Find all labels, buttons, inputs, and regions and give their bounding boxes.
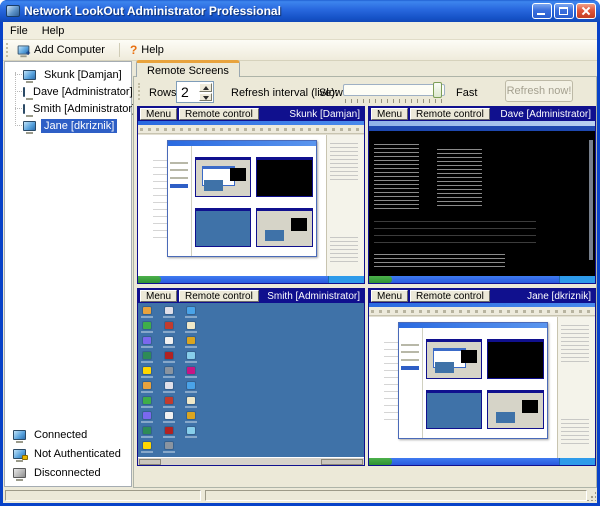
screen-header: Menu Remote control Jane [dkriznik]	[369, 289, 595, 303]
remote-screen-dave: Menu Remote control Dave [Administrator]	[368, 106, 596, 284]
tree-item-jane[interactable]: Jane [dkriznik]	[5, 117, 131, 134]
screen-computer-name: Skunk [Damjan]	[259, 109, 364, 120]
remote-desktop-image	[369, 121, 595, 283]
start-button-icon	[139, 459, 161, 465]
start-button-icon	[138, 276, 161, 283]
remote-desktop-image	[138, 121, 364, 283]
title-bar: Network LookOut Administrator Profession…	[0, 0, 600, 22]
menu-help[interactable]: Help	[35, 23, 72, 39]
status-legend: Connected Not Authenticated Disconnected	[5, 425, 131, 482]
tree-item-smith[interactable]: Smith [Administrator]	[5, 100, 131, 117]
add-computer-button[interactable]: + Add Computer	[13, 42, 113, 58]
rows-spinner[interactable]: 2	[176, 81, 214, 103]
screen-thumbnail-dave[interactable]	[369, 121, 595, 283]
add-computer-icon: +	[18, 46, 30, 55]
fast-label: Fast	[456, 87, 477, 99]
slider-thumb[interactable]	[433, 82, 442, 98]
menu-file[interactable]: File	[3, 23, 35, 39]
maximize-icon	[559, 7, 568, 15]
disconnected-monitor-icon	[13, 468, 26, 478]
menu-bar: File Help	[3, 22, 597, 40]
help-label: Help	[141, 44, 164, 56]
computer-tree: Skunk [Damjan] Dave [Administrator] Smit…	[5, 62, 131, 134]
help-icon: ?	[130, 43, 137, 57]
close-button[interactable]	[576, 3, 596, 19]
lock-icon	[22, 455, 28, 460]
connected-monitor-icon	[13, 430, 26, 440]
chevron-up-icon	[203, 86, 209, 90]
start-button-icon	[369, 276, 392, 283]
screen-thumbnail-jane[interactable]	[369, 303, 595, 465]
app-window: Network LookOut Administrator Profession…	[0, 0, 600, 506]
rows-down-button[interactable]	[199, 93, 212, 102]
slider-ticks	[345, 99, 445, 103]
resize-grip[interactable]	[586, 491, 596, 501]
remote-screen-smith: Menu Remote control Smith [Administrator…	[137, 288, 365, 466]
screen-menu-button[interactable]: Menu	[140, 108, 177, 120]
legend-connected: Connected	[5, 425, 131, 444]
app-body: File Help + Add Computer ? Help Skunk [D…	[3, 22, 597, 503]
scrollbar	[589, 140, 593, 260]
remote-control-button[interactable]: Remote control	[410, 108, 490, 120]
screen-header: Menu Remote control Smith [Administrator…	[138, 289, 364, 303]
desktop-icons	[138, 303, 364, 465]
tab-remote-screens[interactable]: Remote Screens	[136, 60, 240, 77]
legend-not-authenticated: Not Authenticated	[5, 444, 131, 463]
computer-icon	[23, 121, 36, 131]
screen-menu-button[interactable]: Menu	[140, 290, 177, 302]
minimize-button[interactable]	[532, 3, 552, 19]
controls-gripper	[138, 83, 141, 100]
not-authenticated-monitor-icon	[13, 449, 26, 459]
remote-control-button[interactable]: Remote control	[410, 290, 490, 302]
remote-screen-jane: Menu Remote control Jane [dkriznik]	[368, 288, 596, 466]
remote-control-button[interactable]: Remote control	[179, 290, 259, 302]
screen-computer-name: Jane [dkriznik]	[490, 291, 595, 302]
help-button[interactable]: ? Help	[126, 41, 172, 59]
status-bar	[3, 488, 597, 503]
window-title: Network LookOut Administrator Profession…	[24, 4, 532, 18]
screen-computer-name: Smith [Administrator]	[259, 291, 364, 302]
computer-icon	[23, 104, 25, 114]
screen-header: Menu Remote control Dave [Administrator]	[369, 107, 595, 121]
rows-value: 2	[181, 84, 189, 100]
chevron-down-icon	[203, 96, 209, 100]
maximize-button[interactable]	[554, 3, 574, 19]
status-pane-left	[5, 490, 201, 501]
slow-label: Slow	[319, 87, 343, 99]
remote-desktop-image	[138, 303, 364, 465]
tree-item-dave[interactable]: Dave [Administrator]	[5, 83, 131, 100]
rows-up-button[interactable]	[199, 83, 212, 92]
screen-menu-button[interactable]: Menu	[371, 108, 408, 120]
start-button-icon	[369, 458, 392, 465]
screen-thumbnail-skunk[interactable]	[138, 121, 364, 283]
toolbar-gripper	[6, 43, 9, 57]
screen-thumbnail-smith[interactable]	[138, 303, 364, 465]
main-area: Remote Screens Rows: 2 Refresh interval …	[133, 60, 597, 488]
tree-item-skunk[interactable]: Skunk [Damjan]	[5, 66, 131, 83]
remote-desktop-image	[369, 303, 595, 465]
screen-computer-name: Dave [Administrator]	[490, 109, 595, 120]
screen-header: Menu Remote control Skunk [Damjan]	[138, 107, 364, 121]
computer-icon	[23, 70, 36, 80]
rows-label: Rows:	[149, 87, 180, 99]
legend-disconnected: Disconnected	[5, 463, 131, 482]
system-tray	[321, 459, 363, 465]
status-pane-right	[205, 490, 587, 501]
app-icon	[6, 5, 20, 17]
add-computer-label: Add Computer	[34, 44, 105, 56]
computer-list-panel: Skunk [Damjan] Dave [Administrator] Smit…	[4, 61, 132, 487]
toolbar: + Add Computer ? Help	[3, 40, 597, 61]
minimize-icon	[537, 13, 545, 15]
refresh-interval-slider[interactable]	[343, 84, 445, 96]
toolbar-separator	[119, 43, 120, 57]
computer-icon	[23, 87, 25, 97]
screen-menu-button[interactable]: Menu	[371, 290, 408, 302]
refresh-now-button[interactable]: Refresh now!	[505, 80, 573, 102]
remote-control-button[interactable]: Remote control	[179, 108, 259, 120]
remote-screen-skunk: Menu Remote control Skunk [Damjan]	[137, 106, 365, 284]
